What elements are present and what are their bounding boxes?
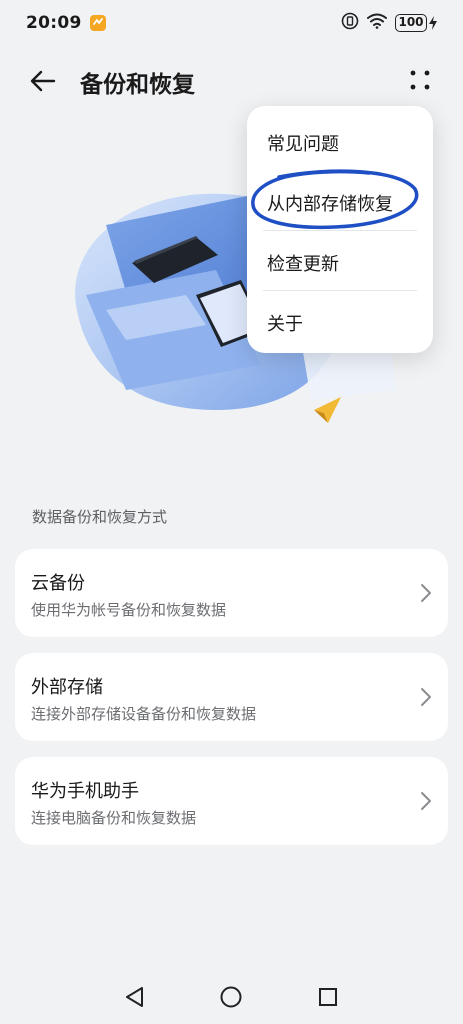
overflow-menu: 常见问题 从内部存储恢复 检查更新 关于 [247, 106, 433, 353]
page-title: 备份和恢复 [80, 72, 195, 98]
clock: 20:09 [26, 13, 82, 33]
card-subtitle: 连接外部存储设备备份和恢复数据 [31, 705, 257, 723]
menu-item-label: 从内部存储恢复 [267, 194, 393, 215]
home-circle-icon [220, 986, 242, 1008]
back-button[interactable] [28, 67, 60, 95]
menu-item-label: 常见问题 [267, 134, 339, 155]
menu-item-about[interactable]: 关于 [247, 290, 433, 350]
nav-recents-button[interactable] [315, 984, 341, 1010]
vibrate-icon [341, 12, 359, 34]
system-nav-bar [0, 968, 463, 1024]
more-dots-icon [410, 70, 430, 90]
nav-back-button[interactable] [122, 984, 148, 1010]
charging-icon [429, 16, 437, 30]
card-title: 华为手机助手 [31, 781, 139, 802]
menu-item-check-update[interactable]: 检查更新 [247, 230, 433, 290]
cloud-backup-card[interactable]: 云备份 使用华为帐号备份和恢复数据 [15, 549, 448, 637]
wifi-icon [367, 13, 387, 33]
menu-item-restore-internal[interactable]: 从内部存储恢复 [247, 170, 433, 230]
status-bar: 20:09 100 [0, 0, 463, 46]
more-options-button[interactable] [407, 67, 433, 93]
section-title: 数据备份和恢复方式 [32, 508, 168, 526]
card-title: 云备份 [31, 573, 85, 594]
app-notification-icon [89, 15, 106, 31]
chevron-right-icon [421, 792, 431, 810]
menu-item-faq[interactable]: 常见问题 [247, 110, 433, 170]
chevron-right-icon [421, 688, 431, 706]
phone-assistant-card[interactable]: 华为手机助手 连接电脑备份和恢复数据 [15, 757, 448, 845]
battery-icon: 100 [395, 14, 437, 32]
battery-level: 100 [395, 14, 427, 32]
back-triangle-icon [126, 987, 143, 1007]
external-storage-card[interactable]: 外部存储 连接外部存储设备备份和恢复数据 [15, 653, 448, 741]
back-arrow-icon [30, 70, 56, 92]
card-subtitle: 使用华为帐号备份和恢复数据 [31, 601, 227, 619]
chevron-right-icon [421, 584, 431, 602]
app-header: 备份和恢复 [0, 55, 463, 107]
menu-item-label: 关于 [267, 314, 303, 335]
menu-item-label: 检查更新 [267, 254, 339, 275]
card-subtitle: 连接电脑备份和恢复数据 [31, 809, 197, 827]
card-title: 外部存储 [31, 677, 103, 698]
recents-square-icon [319, 988, 337, 1006]
nav-home-button[interactable] [218, 984, 244, 1010]
